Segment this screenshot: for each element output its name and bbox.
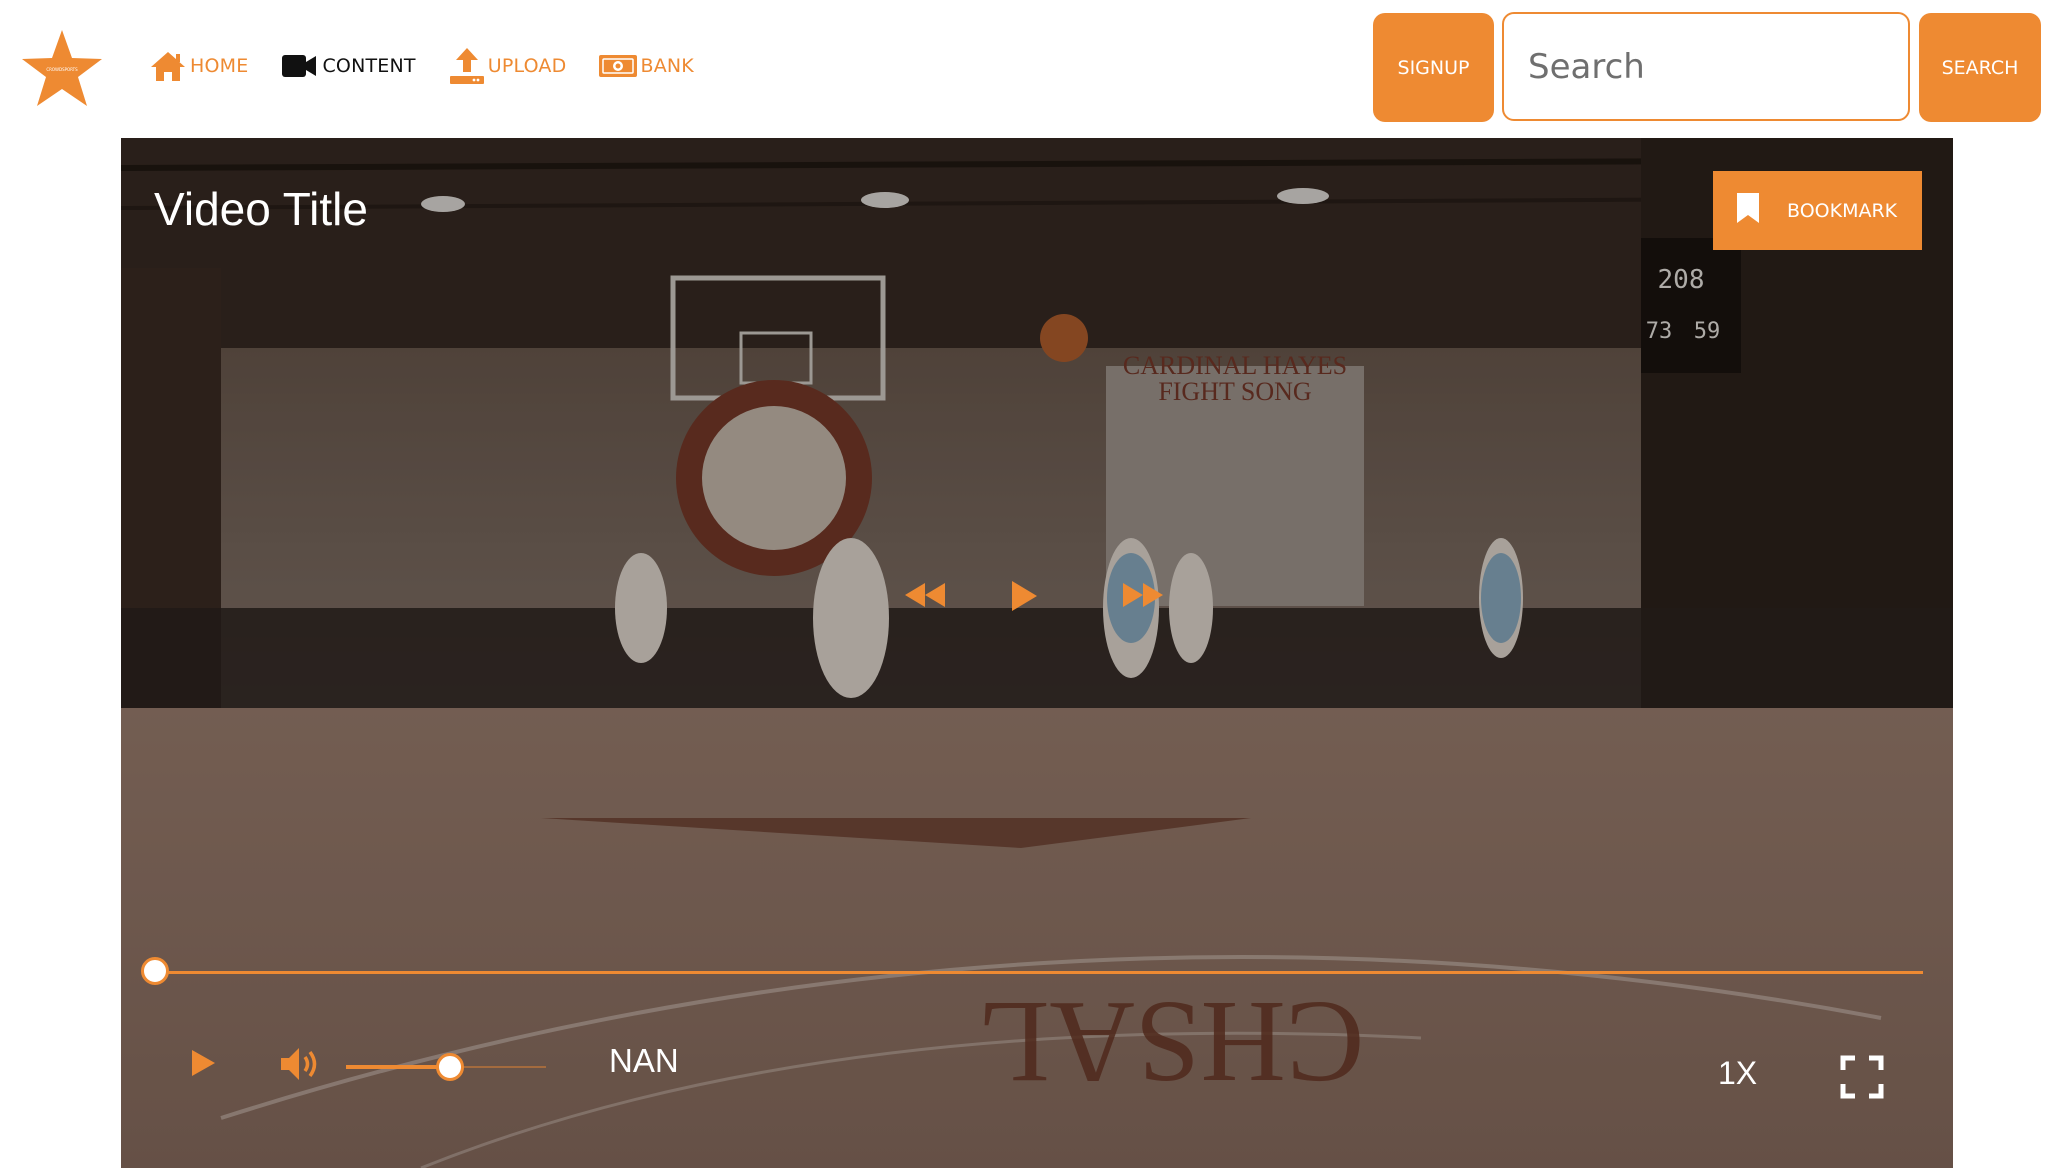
main-nav: HOME CONTENT UPLOAD BANK <box>148 46 694 86</box>
play-button-icon[interactable] <box>189 1047 217 1084</box>
video-player[interactable]: CARDINAL HAYES FIGHT SONG 208 73 59 CHSA… <box>121 138 1953 1168</box>
nav-upload-label: UPLOAD <box>487 55 567 77</box>
rewind-icon[interactable] <box>903 579 947 616</box>
play-icon[interactable] <box>1009 579 1039 618</box>
time-display: NAN <box>609 1042 679 1079</box>
site-logo[interactable]: CROWDSPORTS <box>20 28 104 108</box>
search-button[interactable]: SEARCH <box>1919 13 2041 122</box>
nav-bank-label: BANK <box>640 55 694 77</box>
video-frame: CARDINAL HAYES FIGHT SONG 208 73 59 CHSA… <box>121 138 1953 1168</box>
playback-speed-button[interactable]: 1X <box>1718 1055 1757 1092</box>
search-input[interactable] <box>1502 12 1910 121</box>
volume-icon[interactable] <box>279 1044 323 1089</box>
volume-slider-fill <box>346 1065 450 1069</box>
signup-button[interactable]: SIGNUP <box>1373 13 1494 122</box>
volume-handle[interactable] <box>436 1053 464 1081</box>
home-icon <box>148 49 188 83</box>
fullscreen-icon[interactable] <box>1840 1055 1884 1104</box>
nav-content[interactable]: CONTENT <box>280 52 416 80</box>
nav-bank[interactable]: BANK <box>598 53 694 79</box>
nav-content-label: CONTENT <box>322 55 416 77</box>
money-icon <box>598 53 638 79</box>
nav-home[interactable]: HOME <box>148 49 248 83</box>
fast-forward-icon[interactable] <box>1121 579 1165 616</box>
star-logo-icon: CROWDSPORTS <box>22 30 102 106</box>
upload-icon <box>448 46 486 86</box>
nav-upload[interactable]: UPLOAD <box>448 46 567 86</box>
bookmark-icon <box>1735 191 1761 230</box>
bookmark-label: BOOKMARK <box>1787 199 1898 222</box>
progress-handle[interactable] <box>141 957 169 985</box>
nav-home-label: HOME <box>190 55 249 77</box>
center-playback-controls <box>903 579 1168 619</box>
bookmark-button[interactable]: BOOKMARK <box>1713 171 1922 250</box>
progress-bar[interactable] <box>155 971 1923 974</box>
svg-text:CROWDSPORTS: CROWDSPORTS <box>46 67 78 72</box>
volume-slider-rest <box>450 1066 546 1068</box>
video-title: Video Title <box>154 183 368 235</box>
video-camera-icon <box>280 52 320 80</box>
